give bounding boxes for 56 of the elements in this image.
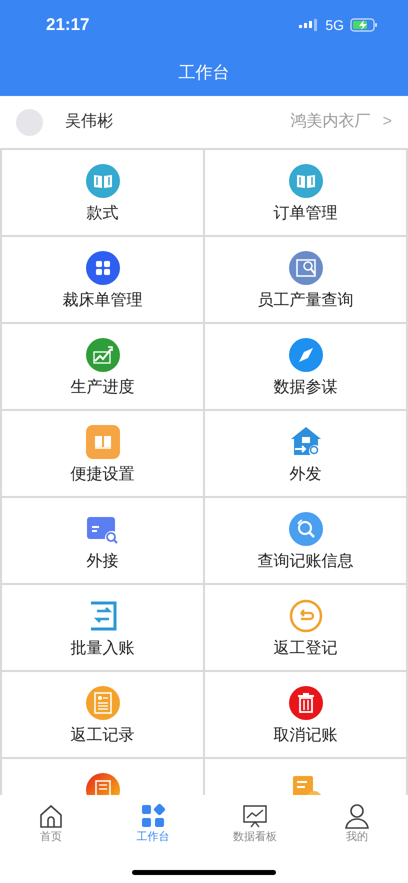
tile-label: 员工产量查询 bbox=[258, 290, 354, 311]
chart-magnifier-icon bbox=[288, 251, 322, 285]
tile-label: 数据参谋 bbox=[274, 378, 338, 398]
book-icon bbox=[86, 164, 120, 198]
status-time: 21:17 bbox=[46, 14, 90, 36]
menu-tile[interactable]: 查询记账信息 bbox=[205, 498, 406, 583]
growth-chart-icon bbox=[86, 338, 120, 372]
user-name: 吴伟彬 bbox=[65, 112, 113, 132]
tile-label: 订单管理 bbox=[274, 204, 338, 224]
tab-item[interactable]: 数据看板 bbox=[204, 795, 306, 849]
menu-tile[interactable]: 生产进度 bbox=[2, 324, 203, 409]
signal-icon bbox=[299, 19, 320, 31]
tile-label: 外接 bbox=[86, 552, 118, 572]
tab-item[interactable]: 我的 bbox=[306, 795, 408, 849]
menu-tile[interactable]: 外接 bbox=[2, 498, 203, 583]
tile-label: 款式 bbox=[86, 204, 118, 224]
menu-tile[interactable]: 数据参谋 bbox=[205, 324, 406, 409]
company-name: 鸿美内衣厂 bbox=[290, 112, 371, 132]
menu-tile[interactable]: 员工产量查询 bbox=[205, 237, 406, 322]
page-title: 工作台 bbox=[178, 62, 230, 84]
book-icon bbox=[86, 425, 120, 459]
compass-icon bbox=[288, 338, 322, 372]
tile-label: 批量入账 bbox=[70, 638, 134, 659]
tile-label: 返工记录 bbox=[70, 726, 134, 746]
tile-label: 生产进度 bbox=[70, 378, 134, 398]
person-icon bbox=[344, 802, 370, 829]
tile-label: 外发 bbox=[290, 465, 322, 485]
battery-charging-icon bbox=[350, 18, 378, 32]
tile-label: 裁床单管理 bbox=[62, 290, 142, 311]
chart-board-icon bbox=[242, 802, 268, 829]
grid-icon bbox=[86, 251, 120, 285]
trash-icon bbox=[288, 686, 322, 720]
network-type: 5G bbox=[325, 16, 344, 34]
document-icon bbox=[86, 686, 120, 720]
book-icon bbox=[288, 164, 322, 198]
tile-label: 返工登记 bbox=[274, 638, 338, 659]
tab-item[interactable]: 首页 bbox=[0, 795, 102, 849]
tile-label: 查询记账信息 bbox=[258, 552, 354, 572]
menu-tile[interactable]: 批量入账 bbox=[2, 585, 203, 670]
menu-tile[interactable]: 便捷设置 bbox=[2, 411, 203, 496]
menu-tile[interactable]: 裁床单管理 bbox=[2, 237, 203, 322]
tile-label: 便捷设置 bbox=[70, 464, 134, 485]
magnifier-icon bbox=[288, 512, 322, 546]
menu-tile[interactable]: 返工记录 bbox=[2, 672, 203, 757]
menu-tile[interactable]: 订单管理 bbox=[205, 150, 406, 235]
undo-icon bbox=[288, 599, 322, 633]
home-icon bbox=[38, 802, 64, 829]
chevron-icon: > bbox=[382, 110, 392, 134]
grid-icon bbox=[140, 802, 166, 829]
tile-label: 取消记账 bbox=[274, 726, 338, 746]
menu-tile[interactable]: 取消记账 bbox=[205, 672, 406, 757]
tab-item[interactable]: 工作台 bbox=[102, 795, 204, 849]
menu-tile[interactable]: 返工登记 bbox=[205, 585, 406, 670]
avatar bbox=[16, 108, 43, 136]
menu-tile[interactable]: 外发 bbox=[205, 411, 406, 496]
menu-tile[interactable]: 款式 bbox=[2, 150, 203, 235]
